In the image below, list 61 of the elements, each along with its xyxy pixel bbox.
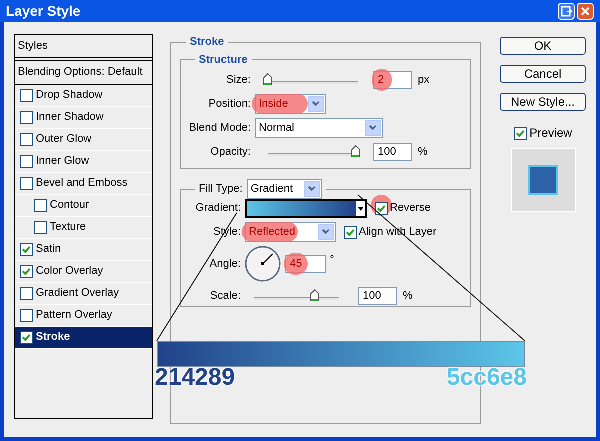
style-list-item[interactable]: Stroke [15,327,152,349]
field-label: Fill Type: [199,182,243,197]
style-list-item[interactable]: Gradient Overlay [15,283,152,305]
dialog-button[interactable]: OK [500,37,586,55]
style-list-item[interactable]: Satin [15,239,152,261]
unit-label: % [418,144,428,160]
window-title: Layer Style [6,2,82,21]
field-label: Angle: [208,256,241,272]
field-label: Blend Mode: [189,120,251,136]
checkbox-label: Preview [530,125,572,142]
checkbox[interactable] [20,133,33,146]
checkbox[interactable] [20,111,33,124]
group-title: Structure [198,52,249,68]
number-field[interactable]: 100 [358,287,397,305]
field-label: Size: [226,72,251,88]
restore-icon[interactable] [558,2,575,20]
checkbox[interactable] [20,155,33,168]
unit-label: px [418,72,430,88]
list-header[interactable]: Blending Options: Default [15,61,152,85]
close-icon[interactable] [577,2,594,20]
slider-thumb[interactable] [263,73,273,86]
checkbox[interactable] [20,331,33,344]
unit-label: ° [330,253,334,268]
field-label: Position: [208,96,251,112]
checkbox[interactable] [34,199,47,212]
checkbox[interactable] [20,177,33,190]
style-list-item[interactable]: Bevel and Emboss [15,173,152,195]
checkbox[interactable] [20,89,33,102]
field-label: Opacity: [210,144,251,160]
checkbox[interactable] [20,309,33,322]
checkbox[interactable] [344,226,357,238]
style-list-item[interactable]: Texture [15,217,152,239]
style-list-item[interactable]: Contour [15,195,152,217]
style-list-item[interactable]: Inner Shadow [15,107,152,129]
style-list-item[interactable]: Drop Shadow [15,85,152,107]
checkbox[interactable] [34,221,47,234]
field-label: Gradient: [194,201,241,216]
number-field[interactable]: 100 [373,143,412,161]
slider-thumb[interactable] [351,145,361,158]
gradient-picker[interactable] [245,199,367,218]
checkbox[interactable] [20,265,33,278]
style-list-item[interactable]: Color Overlay [15,261,152,283]
checkbox[interactable] [20,287,33,300]
unit-label: % [403,288,413,304]
style-list-item[interactable]: Inner Glow [15,151,152,173]
list-header[interactable]: Styles [15,35,152,61]
checkbox[interactable] [375,202,388,215]
dialog-button[interactable]: New Style... [500,93,586,111]
color-code-label: 214289 [155,366,236,390]
checkbox-label: Reverse [390,201,431,216]
preview-square [528,165,558,195]
dropdown[interactable]: Normal [255,118,383,138]
dropdown[interactable]: Gradient [246,179,322,199]
angle-dial[interactable] [245,246,281,282]
field-label: Scale: [209,288,241,304]
style-list-item[interactable]: Outer Glow [15,129,152,151]
checkbox[interactable] [514,126,527,140]
dialog-button[interactable]: Cancel [500,65,586,83]
checkbox[interactable] [20,243,33,256]
slider-thumb[interactable] [310,289,320,302]
group-title: Stroke [189,35,226,50]
